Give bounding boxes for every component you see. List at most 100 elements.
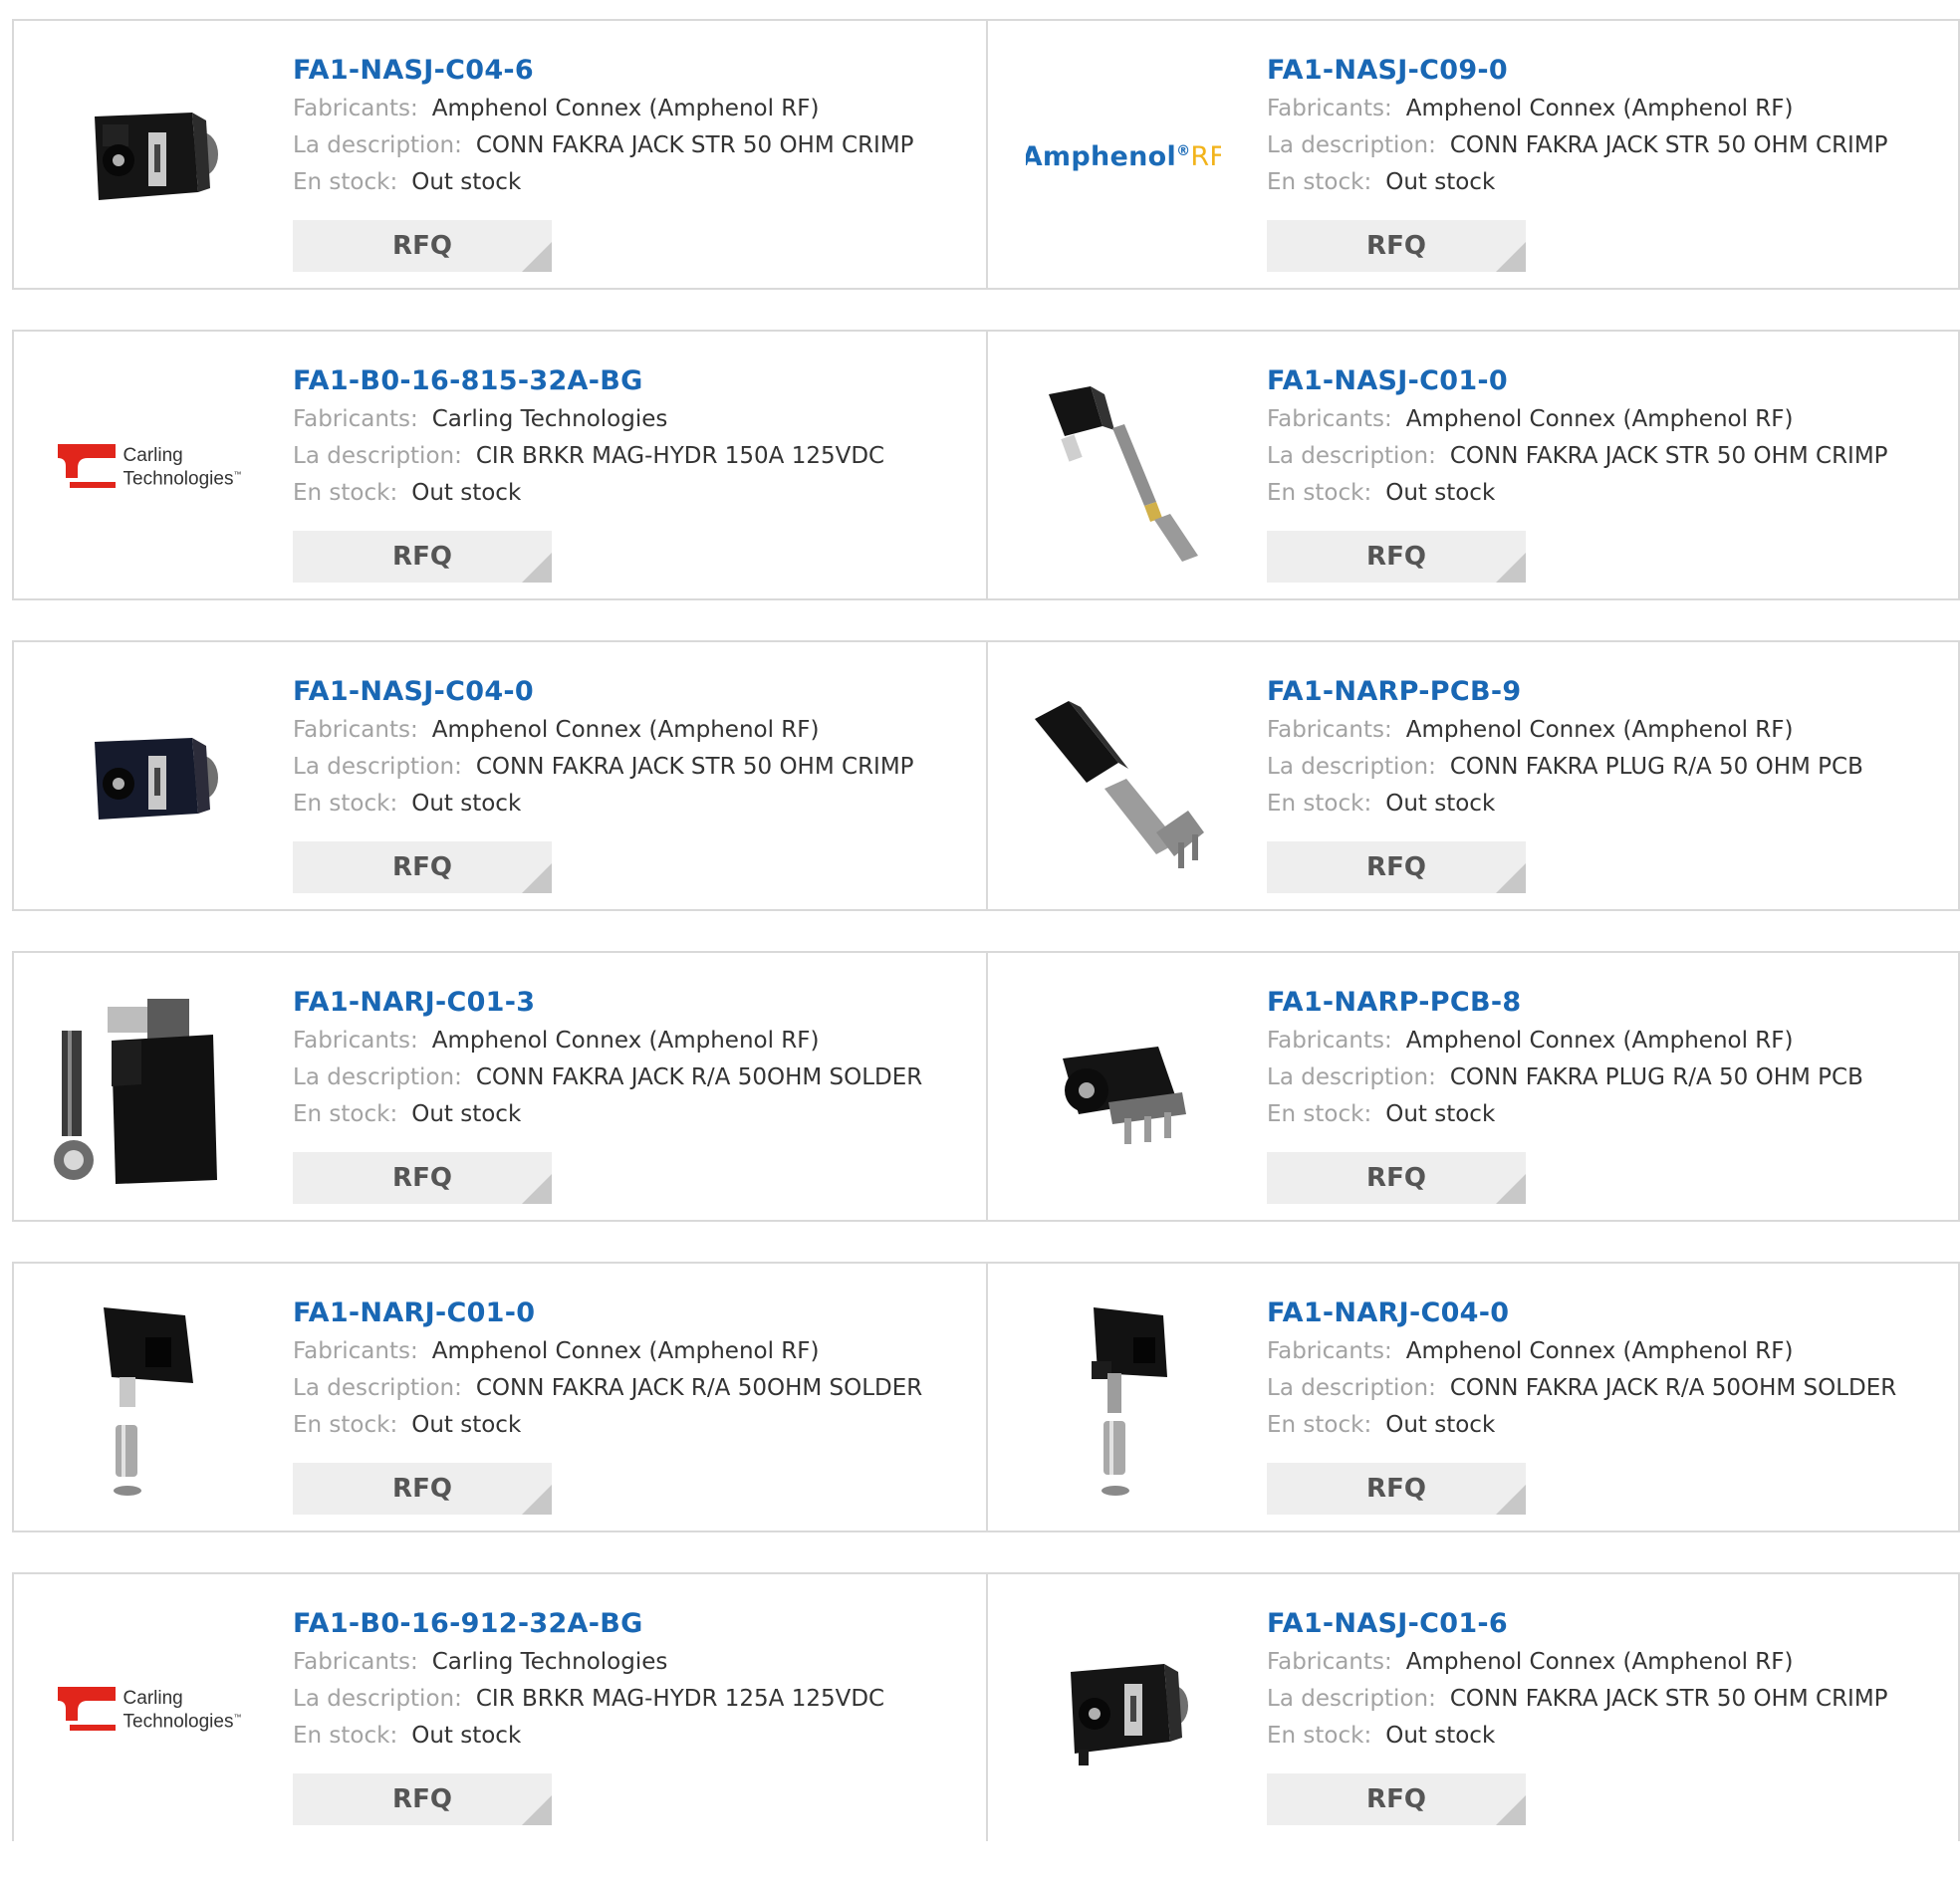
description-label: La description: <box>293 443 462 469</box>
product-part-number-link[interactable]: FA1-NASJ-C04-6 <box>293 51 914 91</box>
brand-line-1: Carling <box>122 1687 183 1709</box>
brand-name: Amphenol <box>1026 140 1177 172</box>
product-info: FA1-NASJ-C01-0 Fabricants: Amphenol Conne… <box>1267 361 1888 512</box>
rfq-button[interactable]: RFQ <box>1267 1773 1526 1825</box>
stock-label: En stock: <box>293 480 398 506</box>
fakra-jack-ferrule-photo <box>104 1307 193 1496</box>
rfq-button[interactable]: RFQ <box>293 841 552 893</box>
product-card: Amphenol®RF FA1-NASJ-C09-0 Fabricants: Am… <box>986 21 1958 288</box>
manufacturer-label: Fabricants: <box>293 406 418 432</box>
product-card: Carling Technologies™ FA1-B0-16-912-32A-B… <box>14 1574 986 1841</box>
product-card: FA1-NARP-PCB-8 Fabricants: Amphenol Conne… <box>986 953 1958 1220</box>
manufacturer-label: Fabricants: <box>1267 1338 1392 1364</box>
description-value: CONN FAKRA JACK STR 50 OHM CRIMP <box>1449 443 1888 469</box>
product-image[interactable] <box>52 1301 247 1497</box>
corner-triangle-icon <box>522 242 552 272</box>
rfq-button[interactable]: RFQ <box>1267 220 1526 272</box>
product-part-number-link[interactable]: FA1-NARJ-C01-3 <box>293 983 922 1023</box>
stock-label: En stock: <box>1267 1101 1372 1127</box>
product-card: FA1-NASJ-C01-0 Fabricants: Amphenol Conne… <box>986 332 1958 598</box>
manufacturer-value: Amphenol Connex (Amphenol RF) <box>1405 406 1794 432</box>
product-part-number-link[interactable]: FA1-B0-16-815-32A-BG <box>293 361 884 401</box>
product-image[interactable] <box>52 680 247 875</box>
description-label: La description: <box>293 1064 462 1090</box>
rfq-button[interactable]: RFQ <box>1267 841 1526 893</box>
product-image[interactable] <box>1026 680 1221 875</box>
manufacturer-label: Fabricants: <box>293 717 418 743</box>
product-part-number-link[interactable]: FA1-NARJ-C04-0 <box>1267 1293 1896 1333</box>
product-info: FA1-NASJ-C04-6 Fabricants: Amphenol Conne… <box>293 51 914 201</box>
corner-triangle-icon <box>1496 1485 1526 1515</box>
product-part-number-link[interactable]: FA1-NASJ-C04-0 <box>293 672 914 712</box>
product-part-number-link[interactable]: FA1-NASJ-C01-0 <box>1267 361 1888 401</box>
fakra-jack-crimp-kit-photo <box>1049 386 1198 562</box>
brand-line-1: Carling <box>122 444 183 466</box>
rfq-button-label: RFQ <box>392 852 452 882</box>
product-image[interactable] <box>52 59 247 254</box>
description-label: La description: <box>1267 754 1436 780</box>
product-image[interactable] <box>1026 991 1221 1186</box>
corner-triangle-icon <box>522 1485 552 1515</box>
manufacturer-value: Amphenol Connex (Amphenol RF) <box>431 96 820 121</box>
manufacturer-value: Amphenol Connex (Amphenol RF) <box>431 717 820 743</box>
stock-label: En stock: <box>293 1412 398 1438</box>
rfq-button[interactable]: RFQ <box>293 1463 552 1515</box>
manufacturer-label: Fabricants: <box>293 1649 418 1675</box>
corner-triangle-icon <box>1496 1174 1526 1204</box>
product-row: Carling Technologies™ FA1-B0-16-815-32A-B… <box>12 330 1960 600</box>
stock-value: Out stock <box>411 480 522 506</box>
description-label: La description: <box>1267 1375 1436 1401</box>
rfq-button[interactable]: RFQ <box>293 1152 552 1204</box>
product-info: FA1-NARJ-C01-0 Fabricants: Amphenol Conne… <box>293 1293 922 1444</box>
stock-value: Out stock <box>411 1101 522 1127</box>
product-part-number-link[interactable]: FA1-NARP-PCB-8 <box>1267 983 1863 1023</box>
rfq-button[interactable]: RFQ <box>1267 1463 1526 1515</box>
product-image[interactable] <box>1026 369 1221 565</box>
product-part-number-link[interactable]: FA1-B0-16-912-32A-BG <box>293 1604 884 1644</box>
manufacturer-value: Amphenol Connex (Amphenol RF) <box>1405 96 1794 121</box>
fakra-jack-right-angle-kit-photo <box>54 999 217 1184</box>
product-info: FA1-NASJ-C09-0 Fabricants: Amphenol Conne… <box>1267 51 1888 201</box>
product-info: FA1-NARJ-C01-3 Fabricants: Amphenol Conne… <box>293 983 922 1133</box>
stock-label: En stock: <box>293 791 398 817</box>
rfq-button[interactable]: RFQ <box>293 220 552 272</box>
rfq-button[interactable]: RFQ <box>1267 1152 1526 1204</box>
manufacturer-value: Carling Technologies <box>431 406 668 432</box>
corner-triangle-icon <box>522 1174 552 1204</box>
product-row: FA1-NARJ-C01-0 Fabricants: Amphenol Conne… <box>12 1262 1960 1532</box>
fakra-jack-ferrule-photo <box>1092 1307 1167 1496</box>
stock-label: En stock: <box>293 1723 398 1749</box>
product-image[interactable] <box>1026 1301 1221 1497</box>
stock-label: En stock: <box>293 169 398 195</box>
rfq-button[interactable]: RFQ <box>1267 531 1526 583</box>
product-part-number-link[interactable]: FA1-NARP-PCB-9 <box>1267 672 1863 712</box>
product-part-number-link[interactable]: FA1-NASJ-C09-0 <box>1267 51 1888 91</box>
rfq-button[interactable]: RFQ <box>293 531 552 583</box>
product-image[interactable]: Amphenol®RF <box>1026 59 1221 254</box>
stock-value: Out stock <box>1385 1412 1496 1438</box>
product-info: FA1-NARJ-C04-0 Fabricants: Amphenol Conne… <box>1267 1293 1896 1444</box>
description-value: CIR BRKR MAG-HYDR 150A 125VDC <box>475 443 885 469</box>
brand-trademark: ™ <box>233 1712 242 1722</box>
stock-value: Out stock <box>1385 480 1496 506</box>
product-card: FA1-NASJ-C04-6 Fabricants: Amphenol Conne… <box>14 21 986 288</box>
rfq-button-label: RFQ <box>1366 1474 1426 1504</box>
rfq-button-label: RFQ <box>1366 852 1426 882</box>
corner-triangle-icon <box>522 1795 552 1825</box>
product-image[interactable] <box>52 991 247 1186</box>
corner-triangle-icon <box>522 553 552 583</box>
product-info: FA1-NARP-PCB-9 Fabricants: Amphenol Conne… <box>1267 672 1863 823</box>
description-label: La description: <box>1267 1064 1436 1090</box>
rfq-button-label: RFQ <box>1366 231 1426 261</box>
stock-value: Out stock <box>1385 1723 1496 1749</box>
rfq-button-label: RFQ <box>392 542 452 572</box>
product-part-number-link[interactable]: FA1-NARJ-C01-0 <box>293 1293 922 1333</box>
stock-label: En stock: <box>1267 791 1372 817</box>
product-image[interactable] <box>1026 1612 1221 1807</box>
product-part-number-link[interactable]: FA1-NASJ-C01-6 <box>1267 1604 1888 1644</box>
product-card: FA1-NARJ-C01-3 Fabricants: Amphenol Conne… <box>14 953 986 1220</box>
rfq-button-label: RFQ <box>1366 1163 1426 1193</box>
product-image[interactable]: Carling Technologies™ <box>52 369 247 565</box>
rfq-button[interactable]: RFQ <box>293 1773 552 1825</box>
product-image[interactable]: Carling Technologies™ <box>52 1612 247 1807</box>
